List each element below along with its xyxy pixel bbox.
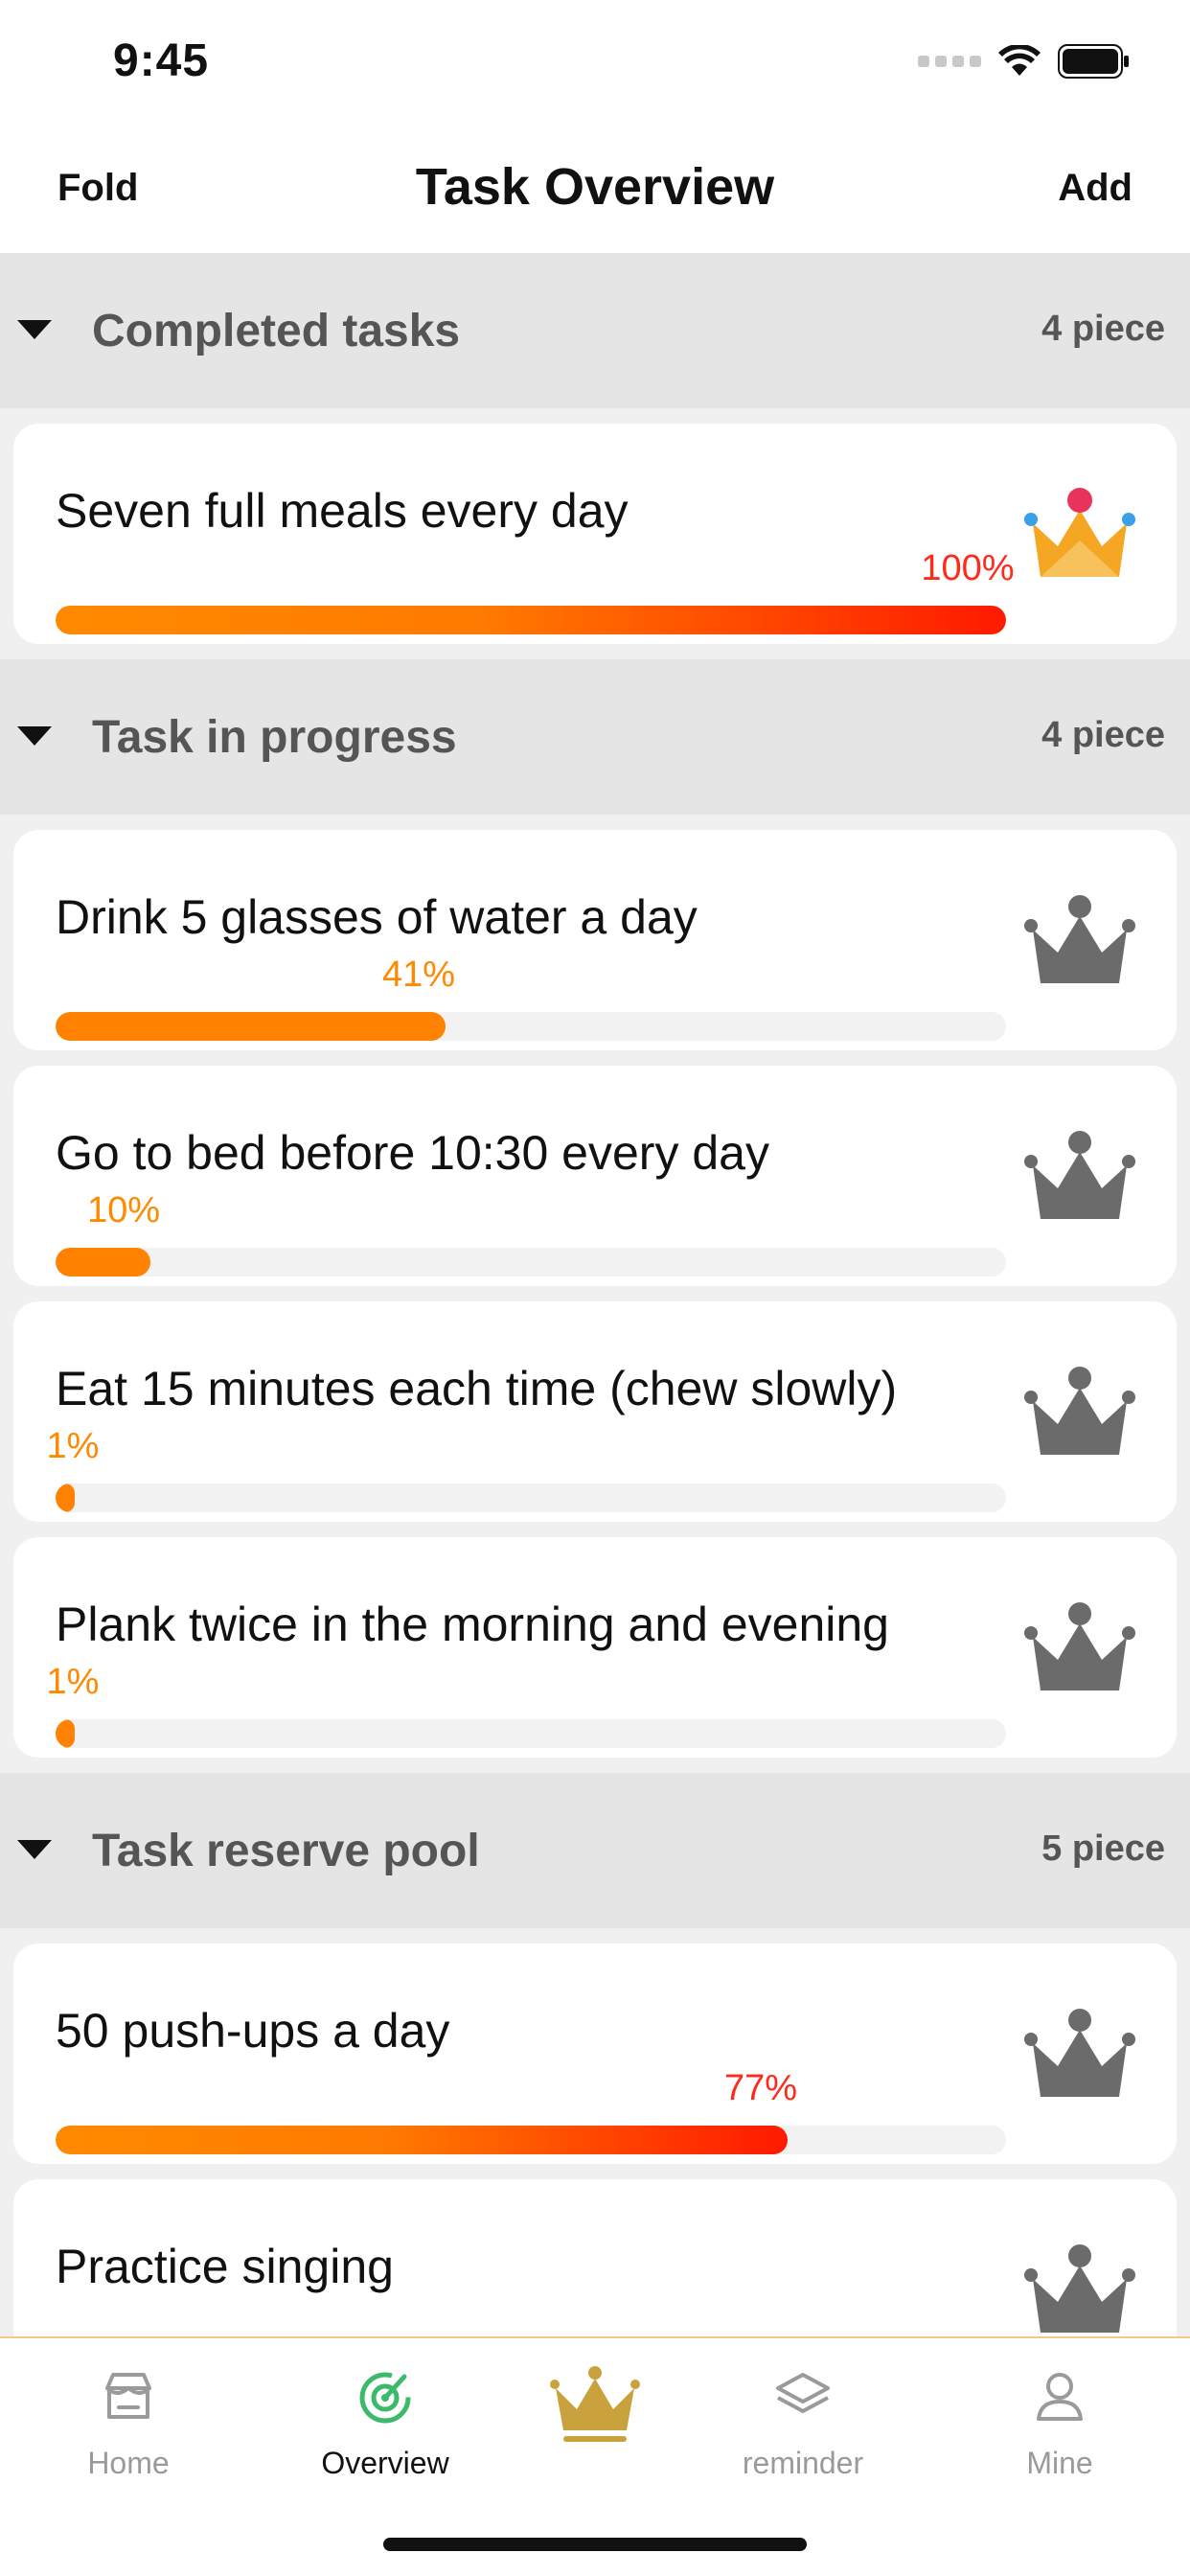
collapse-caret-icon bbox=[17, 726, 52, 746]
task-card[interactable]: Go to bed before 10:30 every day 10% bbox=[13, 1066, 1177, 1286]
progress-bar bbox=[56, 1484, 1006, 1512]
status-bar: 9:45 bbox=[0, 0, 1190, 128]
gray-crown-icon[interactable] bbox=[1023, 2241, 1136, 2336]
tab-label: Mine bbox=[1026, 2446, 1093, 2480]
person-icon bbox=[1037, 2373, 1083, 2421]
section-header-reserve-pool[interactable]: Task reserve pool 5 piece bbox=[0, 1773, 1190, 1928]
target-icon bbox=[359, 2372, 411, 2424]
page-title: Task Overview bbox=[415, 158, 775, 216]
progress-fill bbox=[56, 1012, 446, 1041]
tab-overview[interactable]: Overview bbox=[289, 2338, 481, 2511]
task-percent: 1% bbox=[46, 1426, 100, 1466]
progress-bar bbox=[56, 1719, 1006, 1748]
add-button[interactable]: Add bbox=[1058, 167, 1133, 210]
task-card[interactable]: Seven full meals every day 100% bbox=[13, 424, 1177, 644]
task-card[interactable]: Practice singing bbox=[13, 2179, 1177, 2336]
crown-icon[interactable] bbox=[550, 2363, 640, 2446]
progress-fill bbox=[56, 1719, 75, 1748]
section-header-completed[interactable]: Completed tasks 4 piece bbox=[0, 253, 1190, 408]
status-time: 9:45 bbox=[113, 35, 210, 86]
task-percent: 100% bbox=[921, 548, 1015, 588]
task-title: Drink 5 glasses of water a day bbox=[56, 890, 698, 944]
home-indicator bbox=[383, 2538, 807, 2551]
progress-fill bbox=[56, 606, 1006, 634]
tab-label: Home bbox=[87, 2446, 170, 2480]
tab-label: reminder bbox=[742, 2446, 864, 2480]
gray-crown-icon[interactable] bbox=[1023, 891, 1136, 991]
section-title: Task in progress bbox=[92, 712, 457, 763]
task-card[interactable]: Eat 15 minutes each time (chew slowly) 1… bbox=[13, 1301, 1177, 1522]
progress-bar bbox=[56, 1248, 1006, 1276]
section-title: Completed tasks bbox=[92, 306, 461, 356]
task-card[interactable]: Plank twice in the morning and evening 1… bbox=[13, 1537, 1177, 1758]
cellular-signal-icon bbox=[918, 56, 981, 67]
task-title: Plank twice in the morning and evening bbox=[56, 1598, 889, 1651]
section-count: 4 piece bbox=[1041, 309, 1165, 349]
progress-fill bbox=[56, 1484, 75, 1512]
progress-fill bbox=[56, 1248, 150, 1276]
section-title: Task reserve pool bbox=[92, 1826, 480, 1876]
progress-fill bbox=[56, 2126, 788, 2154]
status-icons bbox=[918, 44, 1131, 79]
gray-crown-icon[interactable] bbox=[1023, 1363, 1136, 1462]
task-title: 50 push-ups a day bbox=[56, 2004, 450, 2058]
store-icon bbox=[105, 2373, 151, 2419]
task-percent: 1% bbox=[46, 1662, 100, 1702]
progress-bar bbox=[56, 1012, 1006, 1041]
section-header-in-progress[interactable]: Task in progress 4 piece bbox=[0, 659, 1190, 815]
progress-bar bbox=[56, 606, 1006, 634]
section-count: 5 piece bbox=[1041, 1828, 1165, 1869]
tab-reminder[interactable]: reminder bbox=[707, 2338, 899, 2511]
task-percent: 10% bbox=[86, 1190, 161, 1230]
tab-mine[interactable]: Mine bbox=[964, 2338, 1156, 2511]
task-title: Go to bed before 10:30 every day bbox=[56, 1126, 769, 1180]
gray-crown-icon[interactable] bbox=[1023, 1127, 1136, 1227]
task-list[interactable]: Completed tasks 4 piece Seven full meals… bbox=[0, 253, 1190, 2336]
task-card[interactable]: 50 push-ups a day 77% bbox=[13, 1944, 1177, 2164]
tab-label: Overview bbox=[321, 2446, 449, 2480]
collapse-caret-icon bbox=[17, 320, 52, 339]
navigation-bar: Fold Task Overview Add bbox=[0, 128, 1190, 253]
wifi-icon bbox=[998, 45, 1041, 76]
layers-icon bbox=[776, 2373, 830, 2413]
progress-bar bbox=[56, 2126, 1006, 2154]
section-count: 4 piece bbox=[1041, 715, 1165, 755]
gray-crown-icon[interactable] bbox=[1023, 2005, 1136, 2104]
tab-home[interactable]: Home bbox=[33, 2338, 224, 2511]
gray-crown-icon[interactable] bbox=[1023, 1598, 1136, 1698]
collapse-caret-icon bbox=[17, 1840, 52, 1859]
task-title: Seven full meals every day bbox=[56, 484, 629, 538]
task-title: Practice singing bbox=[56, 2240, 394, 2293]
golden-crown-icon[interactable] bbox=[1023, 485, 1136, 585]
battery-icon bbox=[1058, 44, 1129, 79]
task-percent: 77% bbox=[723, 2068, 798, 2108]
task-card[interactable]: Drink 5 glasses of water a day 41% bbox=[13, 830, 1177, 1050]
task-percent: 41% bbox=[381, 954, 456, 995]
task-title: Eat 15 minutes each time (chew slowly) bbox=[56, 1362, 898, 1415]
